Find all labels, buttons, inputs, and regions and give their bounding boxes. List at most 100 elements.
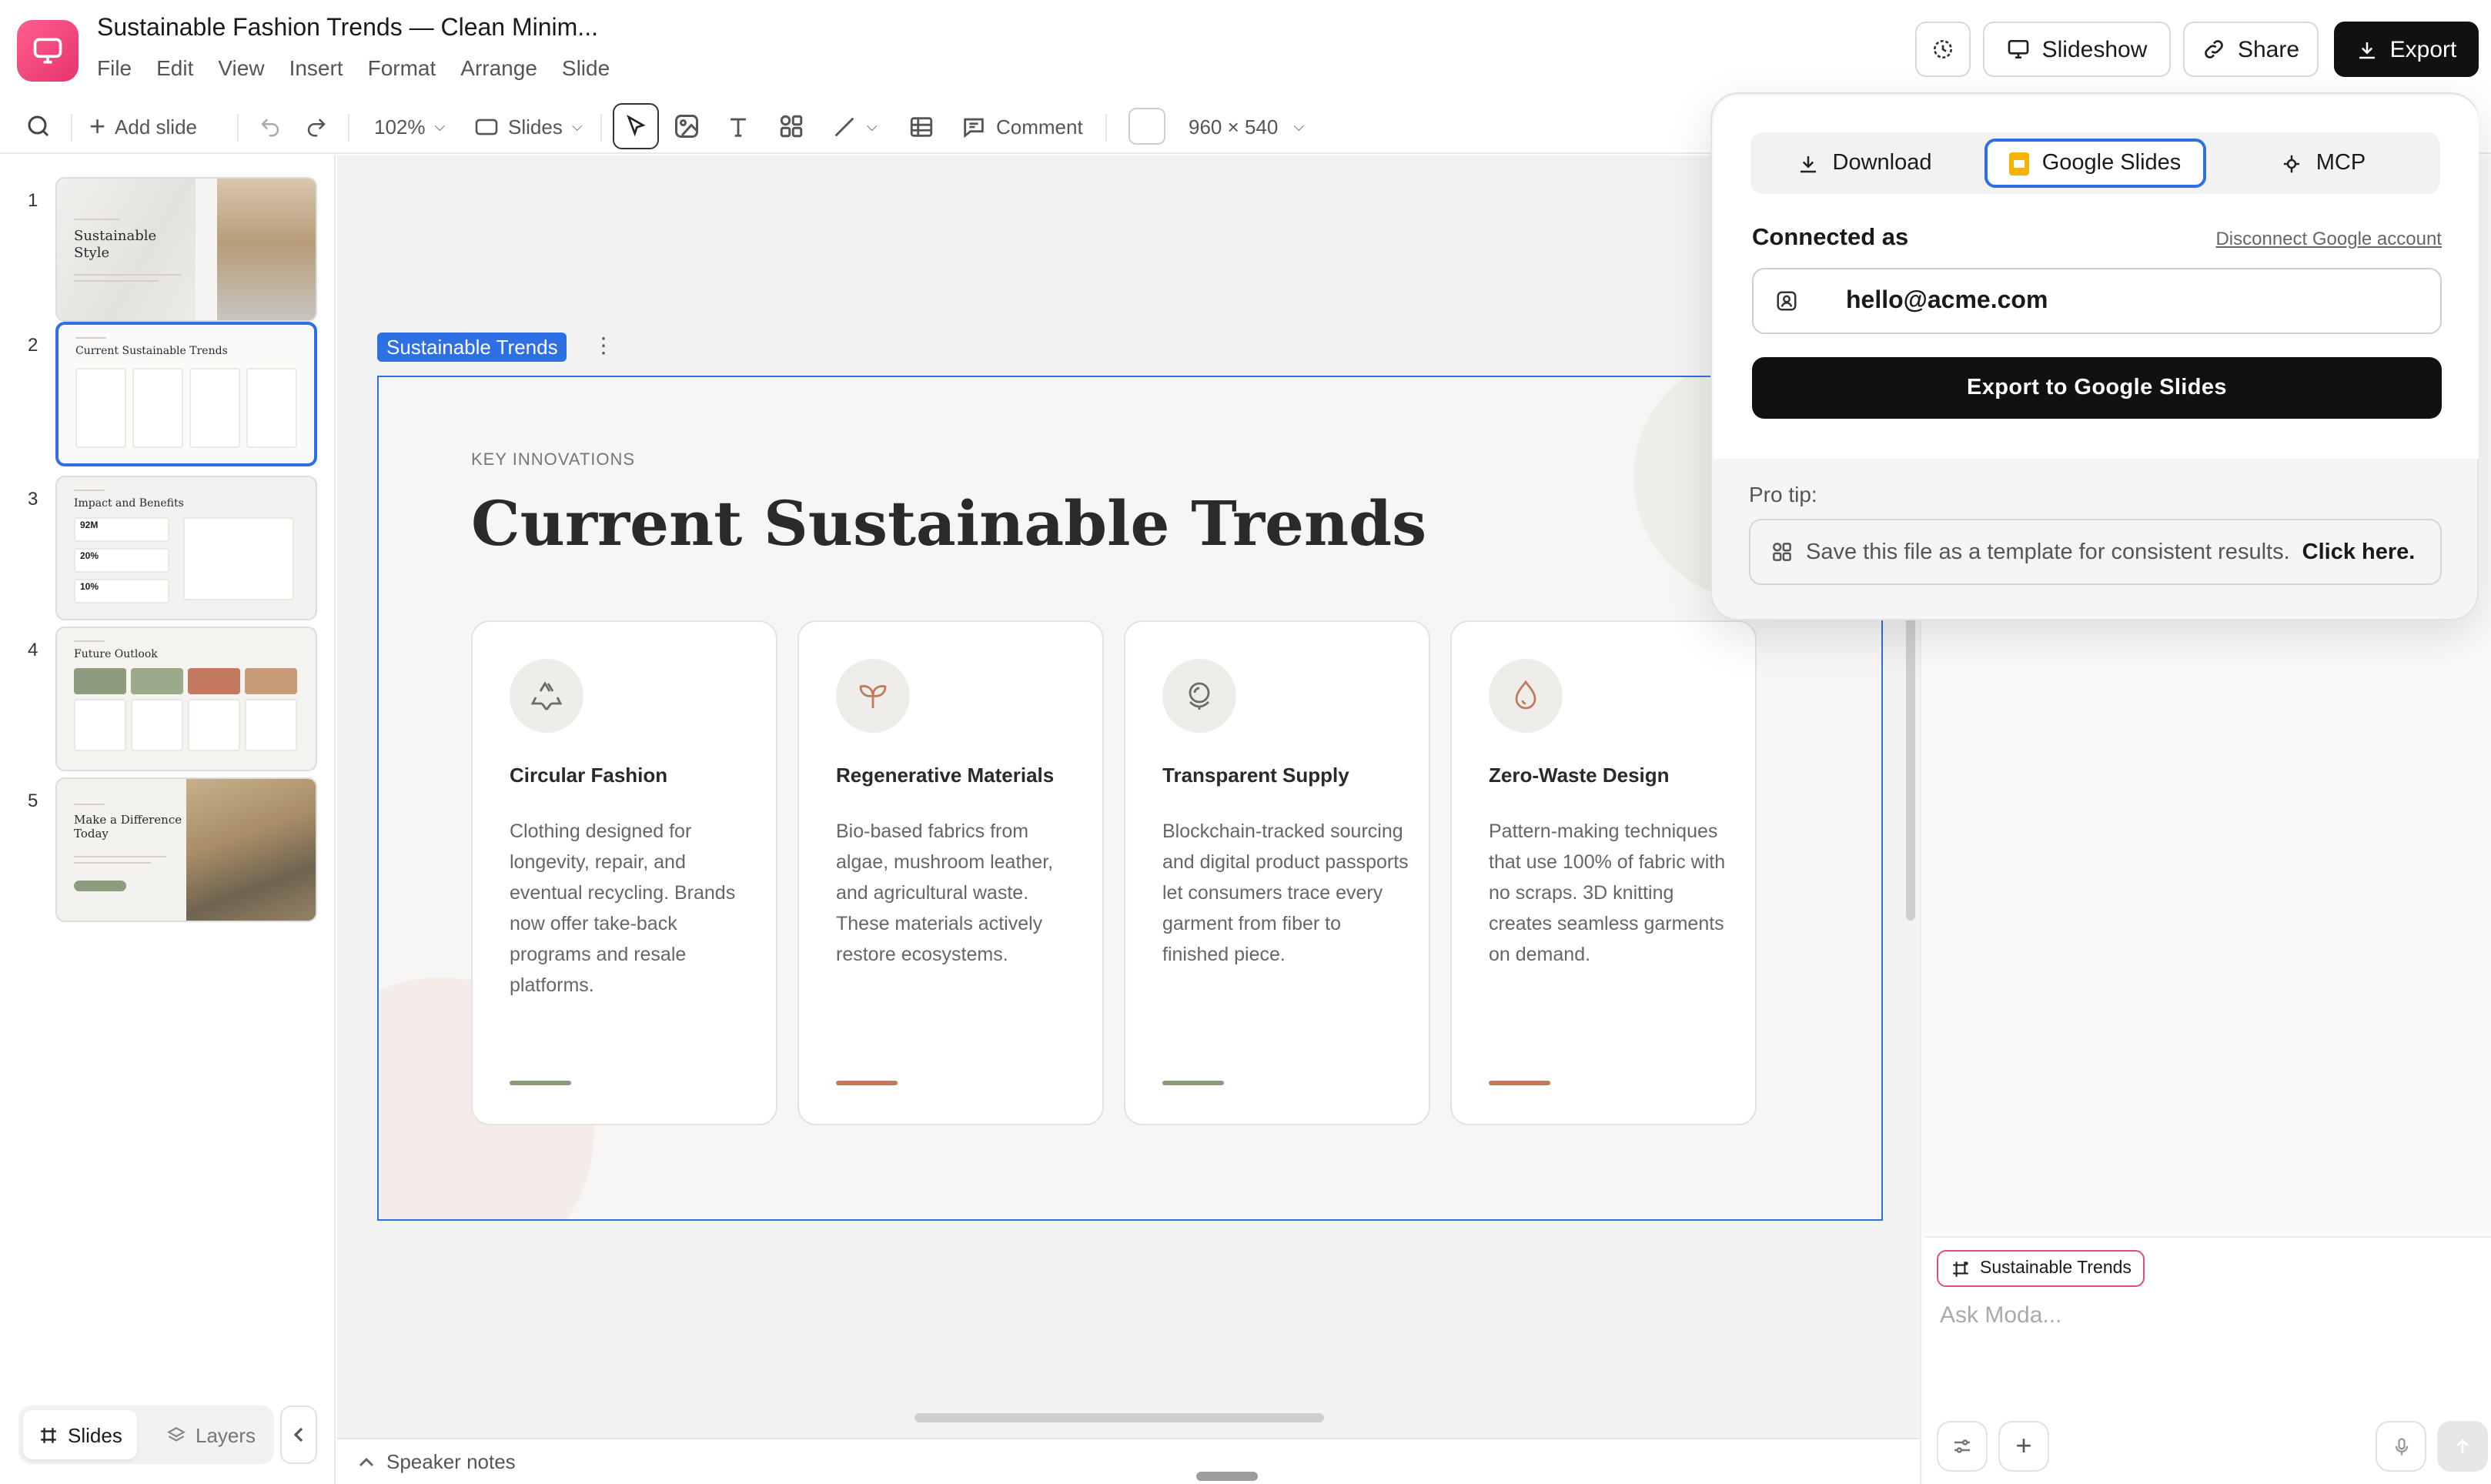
tab-mcp[interactable]: MCP (2215, 139, 2431, 188)
menu-slide[interactable]: Slide (562, 55, 610, 80)
menu-arrange[interactable]: Arrange (460, 55, 537, 80)
thumb-text-line (74, 856, 166, 857)
slide-thumbnail-row[interactable]: 2 Current Sustainable Trends (0, 322, 336, 470)
tab-slides[interactable]: Slides (23, 1410, 138, 1459)
slides-dropdown-label: Slides (508, 115, 563, 138)
undo-button[interactable] (259, 105, 282, 148)
app-header: Sustainable Fashion Trends — Clean Minim… (0, 0, 2491, 92)
thumb-text-line (74, 280, 159, 282)
context-chip[interactable]: Sustainable Trends (1937, 1250, 2145, 1287)
slide-thumbnail-row[interactable]: 1 Sustainable Style (0, 177, 336, 325)
slide-thumbnail-row[interactable]: 4 Future Outlook (0, 627, 336, 774)
speaker-notes-toggle[interactable]: Speaker notes (359, 1450, 516, 1473)
collapse-sidebar-button[interactable] (280, 1405, 317, 1464)
slides-dropdown[interactable]: Slides ⌵ (474, 105, 583, 148)
pro-tip-link[interactable]: Click here. (2302, 540, 2416, 564)
search-button[interactable] (25, 105, 52, 148)
slide-2-frame[interactable]: KEY INNOVATIONS Current Sustainable Tren… (377, 376, 1883, 1221)
thumb-title: Current Sustainable Trends (75, 345, 228, 357)
slide-thumbnail-3[interactable]: Impact and Benefits 92M 20% 10% (55, 476, 317, 620)
export-popover-body: Download Google Slides MCP Connected as … (1714, 95, 2479, 459)
tab-google-slides[interactable]: Google Slides (1984, 139, 2206, 188)
menu-file[interactable]: File (97, 55, 132, 80)
thumb-card (246, 368, 297, 448)
select-tool-button[interactable] (613, 103, 659, 149)
menu-bar: File Edit View Insert Format Arrange Sli… (97, 55, 634, 80)
slide-icon (475, 118, 498, 135)
slide-thumbnail-4[interactable]: Future Outlook (55, 627, 317, 771)
card-accent-line (1489, 1081, 1550, 1085)
zoom-dropdown[interactable]: 102% ⌵ (374, 105, 445, 148)
more-vertical-icon[interactable]: ⋮ (593, 333, 614, 359)
chevron-down-icon: ⌵ (1293, 118, 1305, 133)
menu-format[interactable]: Format (368, 55, 436, 80)
tab-download[interactable]: Download (1757, 139, 1972, 188)
vertical-scrollbar[interactable] (1906, 616, 1915, 921)
slide-thumbnail-2[interactable]: Current Sustainable Trends (55, 322, 317, 466)
thumb-card (189, 368, 240, 448)
share-button[interactable]: Share (2183, 22, 2319, 77)
chat-attach-button[interactable]: + (1998, 1421, 2049, 1472)
google-slides-icon (2009, 152, 2030, 175)
thumb-stat-value: 92M (80, 522, 99, 531)
slide-thumbnail-row[interactable]: 5 Make a Difference Today (0, 777, 336, 925)
plus-icon: + (2015, 1430, 2032, 1461)
fill-color-swatch[interactable] (1128, 108, 1165, 145)
card-title: Transparent Supply (1162, 764, 1349, 787)
history-button[interactable] (1915, 22, 1971, 77)
send-button[interactable] (2437, 1421, 2488, 1472)
trend-card[interactable]: Zero-Waste Design Pattern-making techniq… (1450, 620, 1757, 1125)
thumb-text-line (74, 640, 105, 642)
tab-slides-label: Slides (68, 1423, 122, 1446)
redo-button[interactable] (305, 105, 328, 148)
thumb-cta (74, 881, 126, 891)
chat-input[interactable] (1940, 1302, 2463, 1329)
chat-settings-button[interactable] (1937, 1421, 1988, 1472)
menu-insert[interactable]: Insert (289, 55, 343, 80)
image-tool-button[interactable] (673, 105, 700, 148)
image-icon (675, 115, 698, 138)
shapes-icon (780, 115, 803, 138)
droplet-icon (1515, 680, 1536, 710)
thumb-color-block (74, 668, 126, 694)
tab-layers[interactable]: Layers (151, 1410, 271, 1459)
document-title[interactable]: Sustainable Fashion Trends — Clean Minim… (97, 15, 598, 43)
thumb-title: Sustainable Style (74, 229, 157, 262)
export-button[interactable]: Export (2334, 22, 2479, 77)
table-tool-button[interactable] (908, 105, 935, 148)
menu-edit[interactable]: Edit (156, 55, 193, 80)
slide-eyebrow[interactable]: KEY INNOVATIONS (471, 451, 635, 470)
thumb-card (132, 368, 183, 448)
download-icon (1801, 155, 1817, 172)
add-slide-button[interactable]: + Add slide (89, 105, 197, 148)
canvas-size-dropdown[interactable]: 960 × 540 ⌵ (1189, 105, 1304, 148)
trend-card[interactable]: Transparent Supply Blockchain-tracked so… (1124, 620, 1430, 1125)
slide-thumbnail-5[interactable]: Make a Difference Today (55, 777, 317, 922)
line-tool-button[interactable]: ⌵ (831, 105, 878, 148)
horizontal-scrollbar[interactable] (914, 1413, 1324, 1422)
connected-account-field[interactable]: hello@acme.com (1752, 268, 2442, 334)
slide-thumbnail-1[interactable]: Sustainable Style (55, 177, 317, 322)
comment-button[interactable]: Comment (961, 105, 1083, 148)
card-icon-circle (836, 659, 910, 733)
thumb-stat-card: 20% (74, 548, 169, 573)
slideshow-button[interactable]: Slideshow (1983, 22, 2171, 77)
text-icon (731, 117, 746, 136)
disconnect-google-link[interactable]: Disconnect Google account (2215, 228, 2442, 249)
slide-thumbnail-row[interactable]: 3 Impact and Benefits 92M 20% 10% (0, 476, 336, 623)
trend-card[interactable]: Regenerative Materials Bio-based fabrics… (797, 620, 1104, 1125)
text-tool-button[interactable] (725, 105, 751, 148)
app-logo[interactable] (17, 20, 79, 82)
layers-icon (167, 1426, 186, 1441)
voice-input-button[interactable] (2376, 1421, 2426, 1472)
sliders-icon (1954, 1439, 1970, 1453)
components-tool-button[interactable] (777, 105, 805, 148)
trend-card[interactable]: Circular Fashion Clothing designed for l… (471, 620, 777, 1125)
menu-view[interactable]: View (218, 55, 264, 80)
resize-handle[interactable] (1196, 1472, 1258, 1481)
export-to-google-slides-button[interactable]: Export to Google Slides (1752, 357, 2442, 419)
card-accent-line (1162, 1081, 1224, 1085)
card-title: Circular Fashion (510, 764, 668, 787)
slide-title[interactable]: Current Sustainable Trends (471, 488, 1426, 560)
slide-name-tag[interactable]: Sustainable Trends (377, 333, 567, 362)
